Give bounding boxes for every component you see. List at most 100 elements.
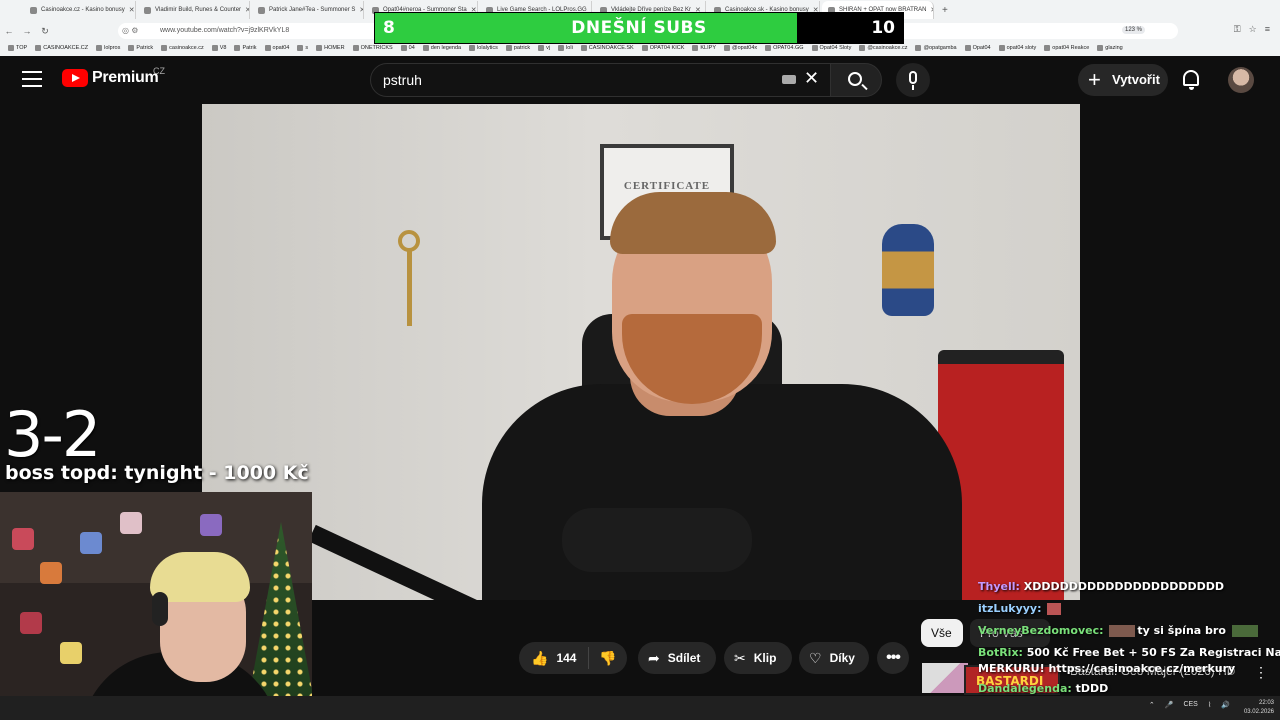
volume-icon[interactable]: 🔊 <box>1221 701 1230 709</box>
chat-line: Dandalegenda: tDDD <box>978 682 1108 695</box>
shield-icon[interactable]: ◎ ⚙ <box>122 26 138 35</box>
bookmark-item[interactable]: TOP <box>8 45 27 51</box>
back-icon[interactable]: ← <box>0 26 18 36</box>
bookmark-label: vj <box>546 45 551 51</box>
bookmark-label: lolpros <box>104 45 121 51</box>
bookmark-item[interactable]: glazing <box>1097 45 1123 51</box>
bookmark-item[interactable]: opat04 Reakce <box>1044 45 1089 51</box>
new-tab-icon[interactable]: + <box>942 5 948 16</box>
extensions-icon[interactable]: ⚿ <box>1234 24 1241 35</box>
bookmark-item[interactable]: vj <box>538 45 550 51</box>
logo-region: CZ <box>153 66 165 76</box>
bookmark-item[interactable]: loli <box>558 45 573 51</box>
emote-icon <box>1109 625 1136 637</box>
keyboard-icon[interactable] <box>782 75 796 84</box>
bookmark-favicon <box>316 45 323 51</box>
forward-icon[interactable]: → <box>18 26 36 36</box>
person-hair <box>610 192 776 254</box>
bookmark-item[interactable]: opat04 sloty <box>998 45 1036 51</box>
bookmark-item[interactable]: ONETRICKS <box>352 45 393 51</box>
share-button[interactable]: ➦ Sdílet <box>638 642 716 674</box>
tab-close-icon[interactable]: ✕ <box>129 6 135 14</box>
tab-close-icon[interactable]: ✕ <box>930 6 933 14</box>
bookmark-item[interactable]: lolalytics <box>469 45 498 51</box>
bookmark-item[interactable]: @opatgamba <box>915 45 957 51</box>
bookmark-label: opat04 Reakce <box>1052 45 1090 51</box>
thanks-button[interactable]: ♡ Díky <box>799 642 869 674</box>
bookmark-favicon <box>998 45 1005 51</box>
like-button[interactable]: 👍 144 <box>519 647 589 669</box>
tab-title: Patrick Jane#Tea - Summoner S <box>269 7 356 13</box>
bookmark-label: loli <box>566 45 573 51</box>
bookmark-item[interactable]: OPAT04 KICK <box>641 45 684 51</box>
clip-button[interactable]: ✂ Klip <box>724 642 792 674</box>
bookmark-favicon <box>128 45 135 51</box>
bookmark-item[interactable]: HOMER <box>316 45 345 51</box>
avatar[interactable] <box>1228 67 1254 93</box>
dislike-button[interactable]: 👎 <box>589 650 627 667</box>
wifi-icon[interactable]: ⌇ <box>1208 701 1211 709</box>
browser-tab[interactable]: Patrick Jane#Tea - Summoner S✕ <box>252 1 364 19</box>
youtube-play-icon <box>62 69 88 87</box>
bookmark-item[interactable]: Patrik <box>234 45 257 51</box>
pharaoh-mask <box>882 224 934 316</box>
bookmark-item[interactable]: casinoakce.cz <box>161 45 204 51</box>
more-actions-button[interactable]: ••• <box>877 642 909 674</box>
bookmark-item[interactable]: Opat04 <box>964 45 991 51</box>
create-button[interactable]: + Vytvořit <box>1078 64 1168 96</box>
chip-all[interactable]: Vše <box>921 619 963 647</box>
search-input[interactable]: pstruh <box>370 63 834 97</box>
browser-tab[interactable]: Casinoakce.cz - Kasino bonusy ✕ <box>24 1 136 19</box>
menu-icon[interactable]: ≡ <box>1265 24 1270 35</box>
bookmark-item[interactable]: Opat04 Sloty <box>811 45 851 51</box>
more-icon: ••• <box>886 649 901 666</box>
bookmark-item[interactable]: opat04 <box>264 45 290 51</box>
clear-search-icon[interactable]: ✕ <box>804 68 819 89</box>
bookmark-favicon <box>469 45 476 51</box>
bookmark-favicon <box>505 45 512 51</box>
bookmark-item[interactable]: KLIPY <box>692 45 716 51</box>
clock[interactable]: 22:03 03.02.2026 <box>1244 699 1274 717</box>
bookmark-favicon <box>297 45 304 51</box>
bookmark-item[interactable]: @casinoakce.cz <box>859 45 907 51</box>
youtube-logo[interactable]: Premium <box>62 69 159 87</box>
recommendation-thumbnail[interactable] <box>922 663 968 693</box>
bookmark-item[interactable]: V8 <box>211 45 226 51</box>
bookmark-favicon <box>723 45 730 51</box>
bookmark-item[interactable]: CASINOAKCE.CZ <box>35 45 88 51</box>
bookmark-favicon <box>211 45 218 51</box>
bookmark-label: opat04 <box>272 45 290 51</box>
subs-goal: 10 <box>871 18 895 38</box>
bookmark-label: @opat04x <box>731 45 758 51</box>
chat-overlay: Thyell: XDDDDDDDDDDDDDDDDDDDDD itzLukyyy… <box>978 558 1280 700</box>
tab-close-icon[interactable]: ✕ <box>245 6 249 14</box>
reload-icon[interactable]: ↻ <box>36 26 54 37</box>
browser-tab[interactable]: Vladimir Build, Runes & Counter✕ <box>138 1 250 19</box>
tray-chevron-icon[interactable]: ⌃ <box>1149 701 1155 709</box>
bookmark-item[interactable]: Patrick <box>128 45 153 51</box>
bookmark-item[interactable]: CASINOAKCE.SK <box>580 45 634 51</box>
bookmark-item[interactable]: @opat04x <box>723 45 758 51</box>
bookmark-label: den legenda <box>430 45 462 51</box>
bookmark-item[interactable]: s <box>297 45 308 51</box>
bookmark-item[interactable]: 04 <box>400 45 415 51</box>
bookmark-item[interactable]: patrick <box>505 45 530 51</box>
chat-line: Thyell: XDDDDDDDDDDDDDDDDDDDDD <box>978 580 1224 593</box>
bookmark-star-icon[interactable]: ☆ <box>1249 24 1257 35</box>
hamburger-icon[interactable] <box>22 71 42 87</box>
bell-icon[interactable] <box>1183 70 1199 90</box>
tab-favicon <box>144 6 151 14</box>
key-decoration <box>398 230 420 330</box>
tab-close-icon[interactable]: ✕ <box>359 6 363 14</box>
video-player[interactable]: CERTIFICATE <box>202 104 1080 600</box>
shelf-toy <box>20 612 42 634</box>
bookmark-item[interactable]: OPAT04.GG <box>765 45 804 51</box>
bookmark-label: Opat04 <box>972 45 991 51</box>
voice-search-button[interactable] <box>896 63 930 97</box>
bookmark-item[interactable]: den legenda <box>422 45 462 51</box>
zoom-level[interactable]: 123 % <box>1122 26 1146 34</box>
bookmark-item[interactable]: lolpros <box>96 45 120 51</box>
language-indicator[interactable]: CES <box>1183 701 1197 709</box>
mic-tray-icon[interactable]: 🎤 <box>1165 701 1174 709</box>
search-button[interactable] <box>830 63 882 97</box>
